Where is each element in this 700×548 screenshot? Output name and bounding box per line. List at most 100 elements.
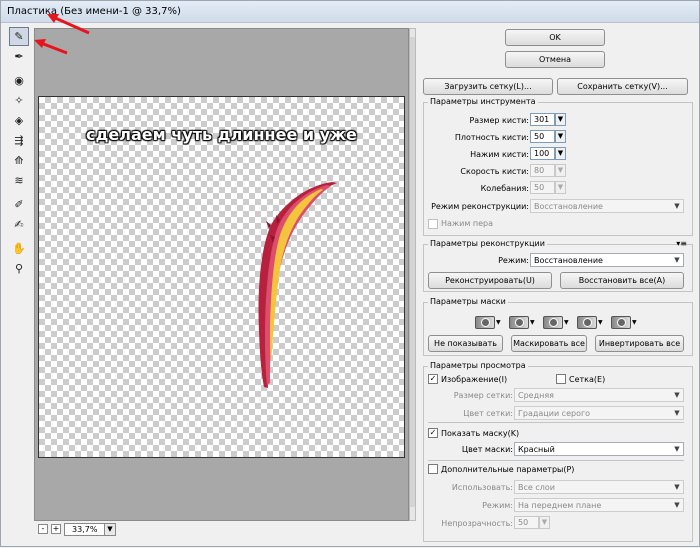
stylus-pressure-checkbox[interactable] [428,219,438,229]
mesh-size-value: Средняя [518,391,554,400]
backdrop-use-value: Все слои [518,483,555,492]
brush-pressure-dropdown[interactable]: ▼ [555,147,566,160]
chevron-down-icon: ▼ [674,391,680,399]
show-image-checkbox[interactable]: ✓ [428,374,438,384]
panel-menu-icon[interactable]: ▾≡ [676,239,687,248]
reconstruct-tool-icon[interactable]: ✒ [9,47,29,66]
turbulent-jitter-field[interactable]: 50 [530,181,555,194]
invert-all-button[interactable]: Инвертировать все [595,335,684,352]
brush-pressure-field[interactable]: 100 [530,147,555,160]
cancel-button[interactable]: Отмена [505,51,605,68]
tool-options-title: Параметры инструмента [428,97,538,106]
restore-all-button[interactable]: Восстановить все(A) [560,272,684,289]
chevron-down-icon: ▼ [674,202,680,210]
status-bar: - + 33,7% ▼ [34,521,416,539]
invert-selection-icon[interactable]: ▼ [611,315,639,329]
push-left-tool-icon[interactable]: ⇶ [9,131,29,150]
brush-rate-dropdown[interactable]: ▼ [555,164,566,177]
subtract-from-selection-icon[interactable]: ▼ [543,315,571,329]
brush-size-dropdown[interactable]: ▼ [555,113,566,126]
mirror-tool-icon[interactable]: ⟰ [9,151,29,170]
replace-selection-icon[interactable]: ▼ [475,315,503,329]
mask-all-button[interactable]: Маскировать все [511,335,587,352]
chevron-down-icon: ▼ [674,483,680,491]
turbulent-jitter-label: Колебания: [480,184,529,193]
backdrop-use-select[interactable]: Все слои ▼ [514,480,684,494]
backdrop-use-label: Использовать: [451,483,513,492]
preview-canvas-area[interactable]: сделаем чуть длиннее и уже [34,28,409,521]
mask-color-select[interactable]: Красный ▼ [514,442,684,456]
reconstruct-mode2-label: Режим: [498,256,529,265]
mask-options-title: Параметры маски [428,297,508,306]
bloat-tool-icon[interactable]: ◈ [9,111,29,130]
hand-tool-icon[interactable]: ✋ [9,239,29,258]
thaw-mask-tool-icon[interactable]: ✍ [9,215,29,234]
reconstruct-mode-select[interactable]: Восстановление ▼ [530,199,684,213]
mesh-color-select[interactable]: Градации серого ▼ [514,406,684,420]
save-mesh-button[interactable]: Сохранить сетку(V)... [557,78,688,95]
load-mesh-button[interactable]: Загрузить сетку(L)... [423,78,553,95]
show-mesh-label: Сетка(E) [569,375,606,384]
backdrop-mode-label: Режим: [482,501,513,510]
reconstruct-mode-value: Восстановление [534,202,603,211]
intersect-with-selection-icon[interactable]: ▼ [577,315,605,329]
options-panel: OK Отмена Загрузить сетку(L)... Сохранит… [419,23,699,548]
tools-toolbar: ✎ ✒ ◉ ✧ ◈ ⇶ ⟰ ≋ ✐ ✍ ✋ ⚲ [9,27,31,279]
backdrop-opacity-dropdown[interactable]: ▼ [539,516,550,529]
view-options-title: Параметры просмотра [428,361,528,370]
zoom-in-button[interactable]: + [51,524,61,534]
scrollbar-thumb[interactable] [410,37,415,507]
ok-button[interactable]: OK [505,29,605,46]
turbulent-jitter-dropdown[interactable]: ▼ [555,181,566,194]
brush-size-label: Размер кисти: [469,116,529,125]
backdrop-opacity-field[interactable]: 50 [514,516,539,529]
liquify-window: Пластика (Без имени-1 @ 33,7%) ✎ ✒ ◉ ✧ ◈ ⇶ ⟰ ≋ ✐… [0,0,700,547]
window-title: Пластика (Без имени-1 @ 33,7%) [7,6,181,17]
mesh-size-select[interactable]: Средняя ▼ [514,388,684,402]
mask-color-value: Красный [518,445,555,454]
reconstruct-mode2-value: Восстановление [534,256,603,265]
brush-density-dropdown[interactable]: ▼ [555,130,566,143]
mesh-size-label: Размер сетки: [453,391,513,400]
brush-size-field[interactable]: 301 [530,113,555,126]
zoom-dropdown-button[interactable]: ▼ [104,523,116,536]
stylus-pressure-label: Нажим пера [441,219,494,228]
twirl-clockwise-tool-icon[interactable]: ◉ [9,71,29,90]
mesh-color-value: Градации серого [518,409,591,418]
vertical-scrollbar[interactable] [409,28,416,521]
view-divider-1 [428,422,684,423]
zoom-out-button[interactable]: - [38,524,48,534]
freeze-mask-tool-icon[interactable]: ✐ [9,195,29,214]
document-preview[interactable]: сделаем чуть длиннее и уже [38,96,405,458]
turbulence-tool-icon[interactable]: ≋ [9,171,29,190]
brush-density-field[interactable]: 50 [530,130,555,143]
backdrop-mode-value: На переднем плане [518,501,602,510]
zoom-tool-icon[interactable]: ⚲ [9,259,29,278]
reconstruct-options-title: Параметры реконструкции [428,239,547,248]
mask-color-label: Цвет маски: [461,445,513,454]
backdrop-mode-select[interactable]: На переднем плане ▼ [514,498,684,512]
mask-none-button[interactable]: Не показывать [428,335,503,352]
show-mesh-checkbox[interactable] [556,374,566,384]
chevron-down-icon: ▼ [674,501,680,509]
reconstruct-mode2-select[interactable]: Восстановление ▼ [530,253,684,267]
add-to-selection-icon[interactable]: ▼ [509,315,537,329]
forward-warp-tool-icon[interactable]: ✎ [9,27,29,46]
brush-density-label: Плотность кисти: [454,133,529,142]
chevron-down-icon: ▼ [674,445,680,453]
show-backdrop-label: Дополнительные параметры(P) [441,465,575,474]
chevron-down-icon: ▼ [674,256,680,264]
mask-mode-buttons: ▼ ▼ ▼ ▼ ▼ [475,315,645,329]
brush-rate-field[interactable]: 80 [530,164,555,177]
view-divider-2 [428,460,684,461]
title-bar: Пластика (Без имени-1 @ 33,7%) [1,1,699,23]
mesh-color-label: Цвет сетки: [463,409,513,418]
backdrop-opacity-label: Непрозрачность: [441,519,513,528]
show-mask-label: Показать маску(K) [441,429,520,438]
brush-pressure-label: Нажим кисти: [470,150,529,159]
show-mask-checkbox[interactable]: ✓ [428,428,438,438]
pucker-tool-icon[interactable]: ✧ [9,91,29,110]
show-backdrop-checkbox[interactable] [428,464,438,474]
show-image-label: Изображение(I) [441,375,508,384]
reconstruct-button[interactable]: Реконструировать(U) [428,272,552,289]
